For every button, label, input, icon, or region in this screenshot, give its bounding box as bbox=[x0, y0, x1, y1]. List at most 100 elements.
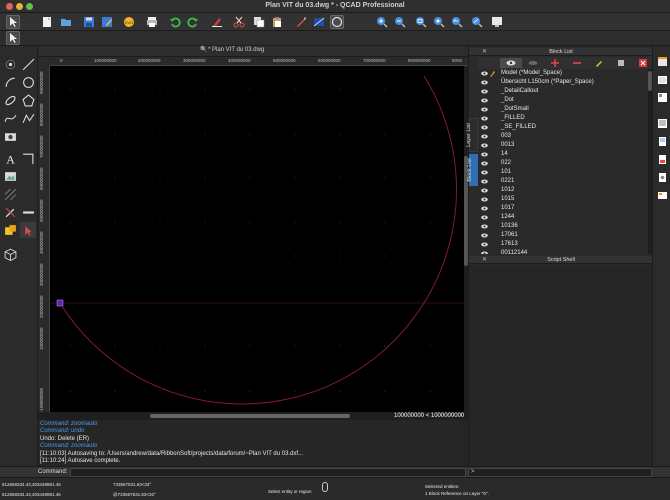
block-list-header: ✕ Block List bbox=[469, 48, 653, 56]
3d-box-icon[interactable] bbox=[2, 246, 18, 262]
properties-icon[interactable] bbox=[655, 54, 669, 68]
copy-icon[interactable] bbox=[252, 15, 266, 29]
spline-tool-icon[interactable] bbox=[2, 110, 18, 126]
block-item[interactable]: 003 bbox=[479, 132, 648, 141]
block-item[interactable]: 14 bbox=[479, 150, 648, 159]
block-item[interactable]: 0221 bbox=[479, 177, 648, 186]
block-item-label: 022 bbox=[501, 160, 512, 166]
print-icon[interactable] bbox=[145, 15, 159, 29]
block-tool-icon[interactable] bbox=[2, 222, 18, 238]
history-line: Command: zoomauto bbox=[40, 443, 98, 450]
zoom-in-icon[interactable] bbox=[375, 15, 389, 29]
select-pointer-icon[interactable] bbox=[6, 31, 20, 45]
block-item[interactable]: 1017 bbox=[479, 204, 648, 213]
arc-tool-icon[interactable] bbox=[2, 74, 18, 90]
scroll-thumb[interactable] bbox=[150, 414, 350, 418]
drawing-canvas[interactable] bbox=[50, 66, 464, 412]
undo-icon[interactable] bbox=[168, 15, 182, 29]
block-item[interactable]: Model (*Model_Space) bbox=[479, 69, 648, 78]
select-arrow-icon[interactable] bbox=[20, 222, 36, 238]
eye-icon bbox=[481, 89, 488, 94]
delete-block-icon[interactable] bbox=[632, 58, 654, 68]
library-icon[interactable] bbox=[655, 90, 669, 104]
eye-icon bbox=[481, 116, 488, 121]
page-icon[interactable] bbox=[655, 152, 669, 166]
script-input[interactable]: > bbox=[468, 468, 652, 477]
list-icon[interactable] bbox=[655, 116, 669, 130]
tab-layer-list[interactable]: Layer List bbox=[466, 118, 478, 152]
block-item[interactable]: _DetailCallout bbox=[479, 87, 648, 96]
modify-tool-icon[interactable] bbox=[2, 204, 18, 220]
hide-all-icon[interactable] bbox=[522, 58, 544, 68]
image-tool-icon[interactable] bbox=[2, 168, 18, 184]
export-icon[interactable] bbox=[655, 188, 669, 202]
eye-icon bbox=[481, 134, 488, 139]
dimension-tool-icon[interactable] bbox=[20, 150, 36, 166]
eye-icon bbox=[481, 188, 488, 193]
block-item[interactable]: 1015 bbox=[479, 195, 648, 204]
zoom-selection-icon[interactable] bbox=[470, 15, 484, 29]
insert-block-icon[interactable] bbox=[610, 58, 632, 68]
document-tab[interactable]: * Plan VIT du 03.dwg bbox=[208, 47, 264, 53]
line-width-icon[interactable] bbox=[20, 204, 36, 220]
block-item[interactable]: Übersicht L150cm (*Paper_Space) bbox=[479, 78, 648, 87]
paste-icon[interactable] bbox=[270, 15, 284, 29]
zoom-out-icon[interactable] bbox=[393, 15, 407, 29]
window-title: Plan VIT du 03.dwg * - QCAD Professional bbox=[265, 2, 405, 9]
block-item[interactable]: _Dot bbox=[479, 96, 648, 105]
camera-tool-icon[interactable] bbox=[2, 128, 18, 144]
tab-block-list[interactable]: Block List bbox=[467, 154, 478, 186]
layers-icon[interactable] bbox=[655, 72, 669, 86]
history-line: Undo: Delete (ER) bbox=[40, 435, 90, 442]
point-tool-icon[interactable] bbox=[2, 56, 18, 72]
new-file-icon[interactable] bbox=[40, 15, 54, 29]
block-item[interactable]: 101 bbox=[479, 168, 648, 177]
circle-tool-icon[interactable] bbox=[20, 74, 36, 90]
add-block-icon[interactable] bbox=[544, 58, 566, 68]
settings-icon[interactable] bbox=[655, 170, 669, 184]
hatch-tool-icon[interactable] bbox=[2, 186, 18, 202]
pan-icon[interactable] bbox=[490, 15, 504, 29]
polyline-tool-icon[interactable] bbox=[20, 110, 36, 126]
save-icon[interactable] bbox=[82, 15, 96, 29]
open-file-icon[interactable] bbox=[59, 15, 73, 29]
command-history: Command: zoomauto Command: undo Undo: De… bbox=[38, 420, 468, 466]
document-icon[interactable] bbox=[655, 134, 669, 148]
block-item[interactable]: 17613 bbox=[479, 240, 648, 249]
save-as-icon[interactable] bbox=[100, 15, 114, 29]
command-input[interactable] bbox=[70, 468, 466, 477]
block-item[interactable]: 0013 bbox=[479, 141, 648, 150]
block-item[interactable]: 022 bbox=[479, 159, 648, 168]
block-item[interactable]: 1012 bbox=[479, 186, 648, 195]
block-item[interactable]: _DotSmall bbox=[479, 105, 648, 114]
block-item[interactable]: 10136 bbox=[479, 222, 648, 231]
text-tool-icon[interactable]: A bbox=[2, 150, 18, 166]
absolute-coordinate: 612658334.43,403448991.46 bbox=[2, 482, 61, 487]
redo-icon[interactable] bbox=[186, 15, 200, 29]
show-all-icon[interactable] bbox=[500, 58, 522, 68]
pointer-icon[interactable] bbox=[6, 15, 20, 29]
block-item[interactable]: 17061 bbox=[479, 231, 648, 240]
ellipse-tool-icon[interactable] bbox=[2, 92, 18, 108]
remove-block-icon[interactable] bbox=[566, 58, 588, 68]
zoom-window-icon[interactable] bbox=[414, 15, 428, 29]
reset-icon[interactable] bbox=[330, 15, 344, 29]
line-tool-icon[interactable] bbox=[20, 56, 36, 72]
polygon-tool-icon[interactable] bbox=[20, 92, 36, 108]
svg-export-icon[interactable]: SVG bbox=[122, 15, 136, 29]
block-item[interactable]: 1244 bbox=[479, 213, 648, 222]
rect-fill-icon[interactable] bbox=[312, 15, 326, 29]
zoom-auto-icon[interactable] bbox=[432, 15, 446, 29]
pen-icon[interactable] bbox=[294, 15, 308, 29]
cut-icon[interactable] bbox=[232, 15, 246, 29]
eye-icon bbox=[481, 125, 488, 130]
block-item[interactable]: _SE_FILLED bbox=[479, 123, 648, 132]
script-shell-area[interactable] bbox=[469, 265, 652, 466]
ruler-label: 600000000 bbox=[39, 167, 44, 190]
zoom-prev-icon[interactable] bbox=[450, 15, 464, 29]
block-item[interactable]: 00112144 bbox=[479, 249, 648, 254]
edit-block-icon[interactable] bbox=[588, 58, 610, 68]
paint-icon[interactable] bbox=[210, 15, 224, 29]
eye-icon bbox=[481, 197, 488, 202]
block-item[interactable]: _FILLED bbox=[479, 114, 648, 123]
